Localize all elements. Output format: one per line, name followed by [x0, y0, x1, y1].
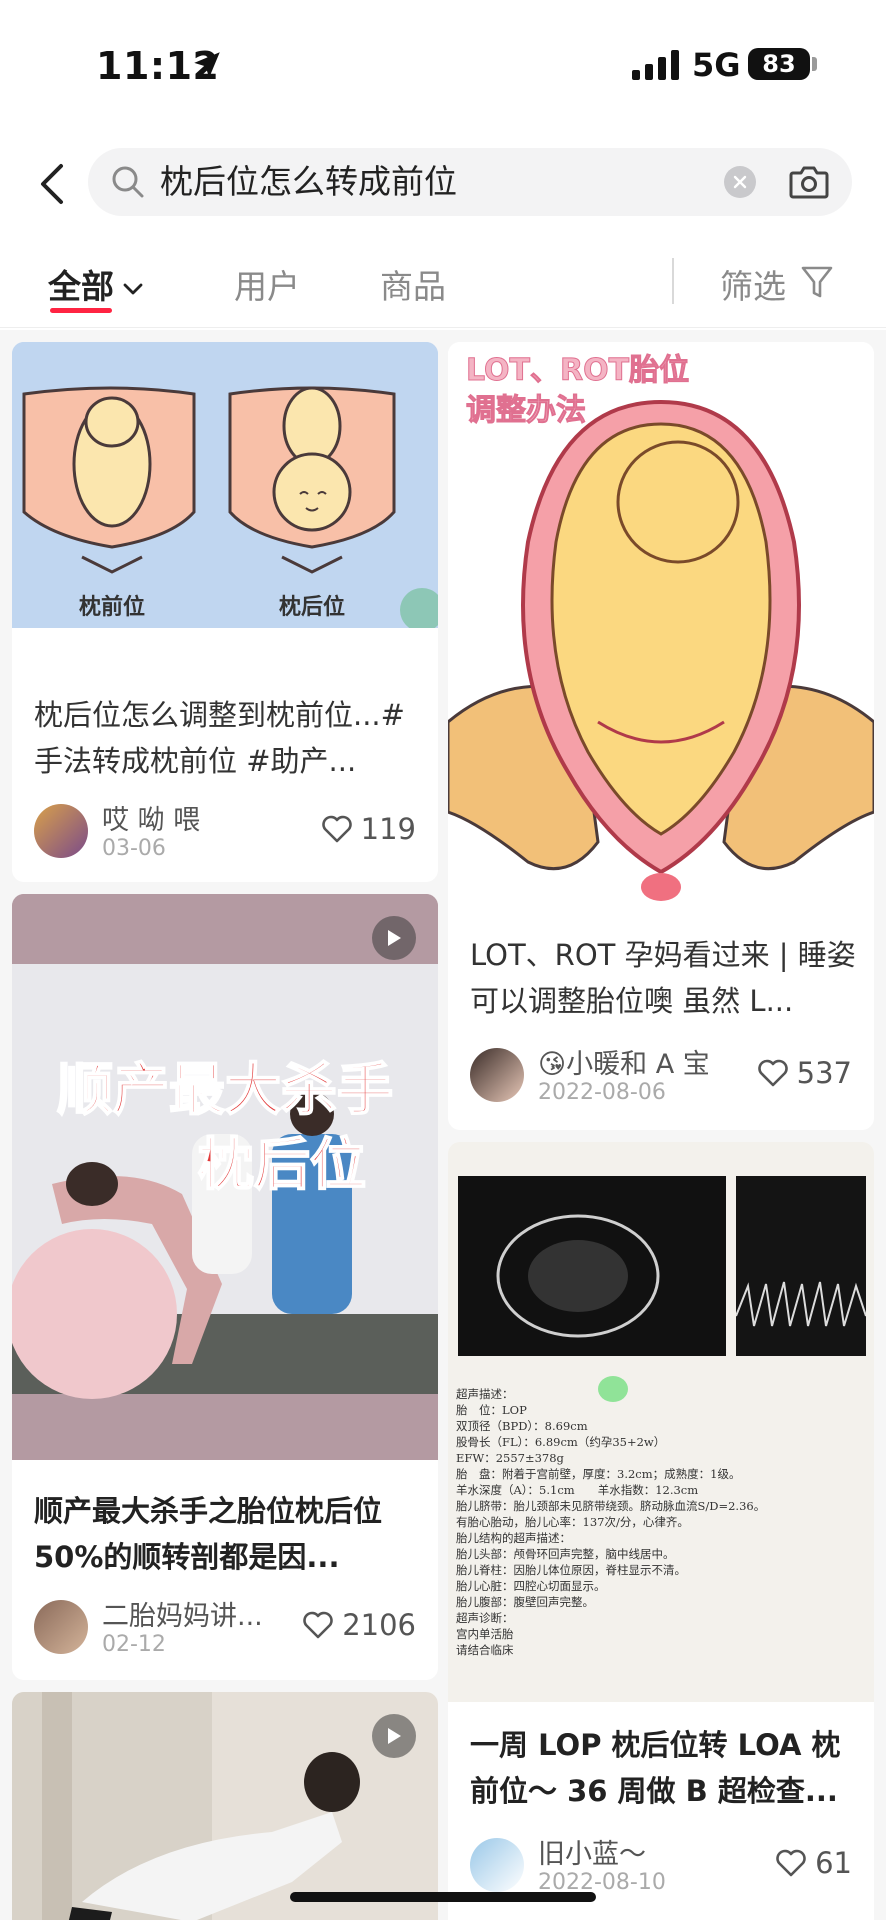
filter-icon[interactable]: [800, 264, 834, 300]
author-name[interactable]: 哎 呦 喂: [102, 798, 200, 837]
note-card[interactable]: 枕前位 枕后位 枕后位怎么调整到枕前位...#手法转成枕前位 #助产... 哎 …: [12, 342, 438, 882]
like-count: 2106: [342, 1608, 416, 1642]
back-button[interactable]: [30, 150, 74, 218]
cellular-signal-icon: [632, 50, 679, 80]
note-title: 一周 LOP 枕后位转 LOA 枕前位～ 36 周做 B 超检查...: [470, 1728, 841, 1808]
report-line: 有胎心胎动，胎儿心率：137次/分，心律齐。: [456, 1515, 689, 1529]
author-avatar[interactable]: [470, 1838, 524, 1892]
camera-icon[interactable]: [788, 162, 830, 202]
image-headline-2: 调整办法: [466, 393, 586, 428]
pelvis-illustration: LOT、ROT胎位 调整办法: [448, 342, 874, 912]
search-input[interactable]: 枕后位怎么转成前位: [160, 148, 457, 216]
active-tab-indicator: [50, 308, 112, 313]
tab-products[interactable]: 商品: [380, 260, 446, 308]
note-title: 顺产最大杀手之胎位枕后位 50%的顺转剖都是因...: [34, 1494, 383, 1574]
fetal-position-illustration: 枕前位 枕后位: [12, 342, 438, 628]
battery-level: 83: [762, 50, 796, 78]
video-badge: [372, 1714, 416, 1758]
ultrasound-report: 超声描述： 胎 位：LOP 双顶径（BPD）：8.69cm 股骨长（FL）：6.89c…: [448, 1142, 874, 1702]
image-headline-1: 顺产最大杀手: [57, 1058, 393, 1123]
report-line: 胎儿心脏：四腔心切面显示。: [456, 1579, 606, 1593]
note-title: LOT、ROT 孕妈看过来 | 睡姿可以调整胎位噢 虽然 L...: [470, 938, 856, 1018]
like-count: 119: [360, 812, 416, 846]
tab-users[interactable]: 用户: [234, 260, 300, 308]
report-line: 胎儿腹部：腹壁回声完整。: [456, 1595, 594, 1609]
report-line: 股骨长（FL）：6.89cm（约孕35+2w）: [456, 1435, 666, 1449]
heart-icon: [321, 815, 352, 843]
chevron-down-icon: [123, 283, 143, 294]
note-date: 02-12: [102, 1632, 166, 1657]
report-line: 胎儿脐带：胎儿颈部未见脐带绕颈。脐动脉血流S/D=2.36。: [456, 1499, 766, 1513]
home-indicator[interactable]: [290, 1892, 596, 1902]
report-line: 胎儿头部：颅骨环回声完整，脑中线居中。: [456, 1547, 675, 1561]
note-card[interactable]: [12, 1692, 438, 1920]
heart-icon: [303, 1611, 333, 1639]
play-icon: [388, 930, 401, 946]
author-name[interactable]: 二胎妈妈讲...: [102, 1594, 263, 1633]
report-line: 胎儿结构的超声描述：: [456, 1531, 571, 1545]
report-line: 超声描述：: [456, 1387, 514, 1401]
tab-divider: [672, 258, 674, 304]
close-icon: [733, 175, 747, 189]
ultrasound-scan-left: [458, 1176, 726, 1356]
report-line: EFW：2557±378g: [456, 1451, 564, 1465]
report-line: 宫内单活胎: [456, 1627, 514, 1641]
network-type: 5G: [692, 46, 741, 84]
like-button[interactable]: 2106: [302, 1608, 416, 1642]
like-button[interactable]: 119: [321, 812, 416, 846]
note-date: 03-06: [102, 836, 166, 861]
like-button[interactable]: 537: [757, 1056, 852, 1090]
doppler-scan-right: [735, 1176, 867, 1356]
note-cover-image: LOT、ROT胎位 调整办法: [448, 342, 874, 912]
report-line: 胎儿脊柱：因胎儿体位原因，脊柱显示不清。: [456, 1563, 686, 1577]
status-bar: 11:12 5G 83: [0, 0, 886, 120]
play-icon: [388, 1728, 401, 1744]
report-text: 超声描述： 胎 位：LOP 双顶径（BPD）：8.69cm 股骨长（FL）：6.89c…: [456, 1386, 866, 1658]
video-badge: [372, 916, 416, 960]
birth-ball-photo: 顺产最大杀手 枕后位: [12, 894, 438, 1460]
note-card[interactable]: 顺产最大杀手 枕后位 顺产最大杀手之胎位枕后位 50%的顺转剖都是因... 二胎…: [12, 894, 438, 1680]
note-date: 2022-08-06: [538, 1080, 666, 1105]
note-cover-image: 枕前位 枕后位: [12, 342, 438, 628]
report-line: 羊水深度（A）：5.1cm 羊水指数：12.3cm: [456, 1483, 699, 1497]
report-line: 胎 盘：附着于宫前壁，厚度：3.2cm；成熟度：1级。: [456, 1467, 741, 1481]
note-card[interactable]: 超声描述： 胎 位：LOP 双顶径（BPD）：8.69cm 股骨长（FL）：6.89c…: [448, 1142, 874, 1920]
author-avatar[interactable]: [34, 804, 88, 858]
report-line: 双顶径（BPD）：8.69cm: [456, 1419, 588, 1433]
author-avatar[interactable]: [470, 1048, 524, 1102]
report-line: 请结合临床: [456, 1643, 514, 1657]
image-headline-2: 枕后位: [198, 1133, 366, 1198]
heart-icon: [757, 1059, 788, 1087]
image-headline-1: LOT、ROT胎位: [466, 353, 689, 388]
filter-button[interactable]: 筛选: [720, 260, 786, 308]
search-icon: [112, 166, 144, 198]
battery-cap: [812, 57, 817, 71]
author-name[interactable]: 旧小蓝～: [538, 1832, 646, 1871]
note-cover-image: 超声描述： 胎 位：LOP 双顶径（BPD）：8.69cm 股骨长（FL）：6.89c…: [448, 1142, 874, 1702]
tab-all-label: 全部: [48, 267, 114, 306]
image-label-left: 枕前位: [79, 594, 145, 620]
note-cover-image: 顺产最大杀手 枕后位: [12, 894, 438, 1460]
heart-icon: [776, 1849, 806, 1877]
like-button[interactable]: 61: [775, 1846, 852, 1880]
like-count: 537: [796, 1056, 852, 1090]
clear-search-button[interactable]: [724, 166, 756, 198]
location-arrow-icon: [194, 52, 220, 78]
note-title: 枕后位怎么调整到枕前位...#手法转成枕前位 #助产...: [34, 698, 405, 778]
search-bar[interactable]: 枕后位怎么转成前位: [88, 148, 852, 216]
note-card[interactable]: LOT、ROT胎位 调整办法 LOT、ROT 孕妈看过来 | 睡姿可以调整胎位噢…: [448, 342, 874, 1130]
report-line: 超声诊断：: [456, 1611, 514, 1625]
report-line: 胎 位：LOP: [456, 1403, 527, 1417]
author-avatar[interactable]: [34, 1600, 88, 1654]
tab-all[interactable]: 全部: [48, 260, 144, 308]
like-count: 61: [815, 1846, 852, 1880]
chevron-left-icon: [41, 164, 63, 204]
image-label-right: 枕后位: [279, 594, 345, 620]
search-results-feed: 枕前位 枕后位 枕后位怎么调整到枕前位...#手法转成枕前位 #助产... 哎 …: [0, 330, 886, 1920]
battery-icon: 83: [748, 48, 810, 80]
author-name[interactable]: 😘小暖和 A 宝: [538, 1042, 710, 1081]
